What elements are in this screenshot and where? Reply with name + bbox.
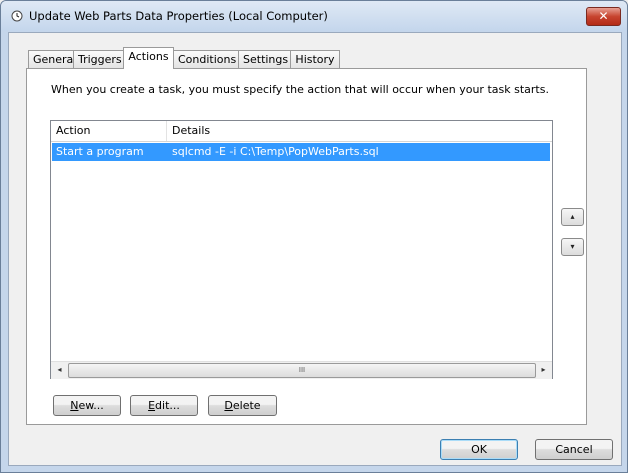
tab-history[interactable]: History <box>290 50 340 68</box>
actions-description: When you create a task, you must specify… <box>51 83 549 96</box>
dialog-client: General Triggers Actions Conditions Sett… <box>8 32 622 466</box>
window-title: Update Web Parts Data Properties (Local … <box>29 9 328 23</box>
scroll-right-icon[interactable]: ▸ <box>536 363 551 377</box>
delete-button[interactable]: Delete <box>208 395 277 416</box>
edit-button-label: dit... <box>155 399 180 412</box>
scroll-thumb[interactable]: III <box>68 363 536 378</box>
close-button[interactable]: ✕ <box>586 7 621 26</box>
edit-button-accel: E <box>148 399 156 412</box>
clock-icon <box>11 10 23 22</box>
tab-conditions[interactable]: Conditions <box>173 50 239 68</box>
actions-list[interactable]: Action Details Start a program sqlcmd -E… <box>50 120 553 379</box>
edit-button[interactable]: Edit... <box>130 395 198 416</box>
scroll-left-icon[interactable]: ◂ <box>52 363 67 377</box>
title-bar: Update Web Parts Data Properties (Local … <box>1 1 627 31</box>
column-header-details[interactable]: Details <box>172 124 210 137</box>
row-action-cell: Start a program <box>56 145 144 158</box>
actions-tab-panel: When you create a task, you must specify… <box>26 68 587 425</box>
move-up-button[interactable]: ▴ <box>561 208 584 226</box>
new-button-label: ew... <box>78 399 104 412</box>
delete-button-label: elete <box>232 399 261 412</box>
dialog-window: Update Web Parts Data Properties (Local … <box>0 0 628 473</box>
tab-general[interactable]: General <box>28 50 76 68</box>
table-row[interactable]: Start a program sqlcmd -E -i C:\Temp\Pop… <box>52 143 550 161</box>
cancel-button[interactable]: Cancel <box>535 439 613 460</box>
list-header: Action Details <box>51 121 552 142</box>
tab-settings[interactable]: Settings <box>238 50 291 68</box>
row-details-cell: sqlcmd -E -i C:\Temp\PopWebParts.sql <box>172 145 379 158</box>
column-header-action[interactable]: Action <box>56 124 90 137</box>
move-down-button[interactable]: ▾ <box>561 238 584 256</box>
new-button[interactable]: New... <box>53 395 121 416</box>
ok-button[interactable]: OK <box>440 439 518 460</box>
horizontal-scrollbar[interactable]: ◂ III ▸ <box>51 361 552 379</box>
column-separator[interactable] <box>166 121 167 141</box>
delete-button-accel: D <box>224 399 233 412</box>
tab-actions[interactable]: Actions <box>123 47 174 69</box>
tab-triggers[interactable]: Triggers <box>73 50 124 68</box>
